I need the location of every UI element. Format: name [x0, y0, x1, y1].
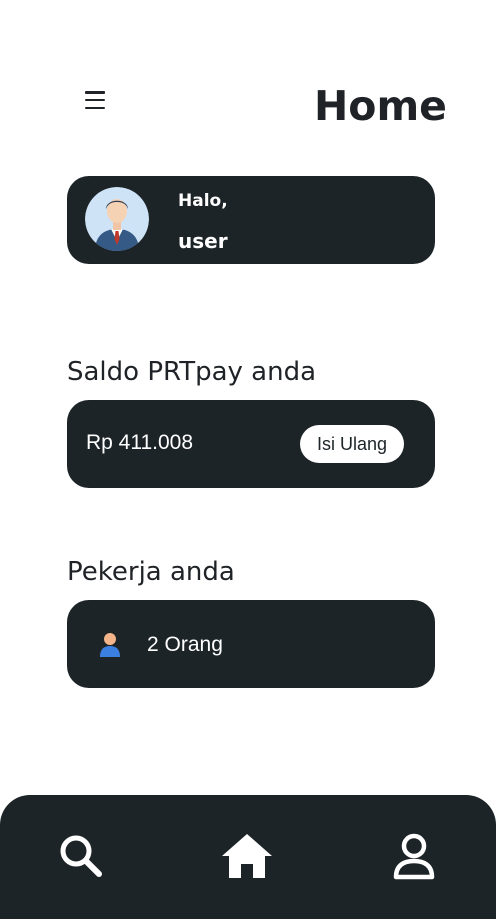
balance-amount: Rp 411.008	[86, 431, 194, 454]
avatar-icon	[85, 187, 149, 251]
nav-search-button[interactable]	[54, 829, 108, 883]
menu-icon[interactable]	[85, 91, 105, 109]
bottom-navigation	[0, 795, 496, 919]
nav-profile-button[interactable]	[387, 829, 441, 883]
workers-section-label: Pekerja anda	[67, 557, 235, 587]
user-card: Halo, user	[67, 176, 435, 264]
greeting-text: Halo,	[178, 191, 228, 211]
workers-count: 2 Orang	[147, 633, 223, 656]
workers-card[interactable]: 2 Orang	[67, 600, 435, 688]
page-title: Home	[313, 82, 447, 130]
balance-card: Rp 411.008 Isi Ulang	[67, 400, 435, 488]
username-text: user	[178, 229, 228, 253]
profile-icon	[393, 833, 435, 880]
balance-section-label: Saldo PRTpay anda	[67, 357, 317, 387]
nav-home-button[interactable]	[220, 829, 274, 883]
topup-button[interactable]: Isi Ulang	[300, 425, 404, 463]
home-icon	[222, 834, 272, 878]
person-icon	[99, 632, 121, 658]
search-icon	[60, 835, 102, 877]
